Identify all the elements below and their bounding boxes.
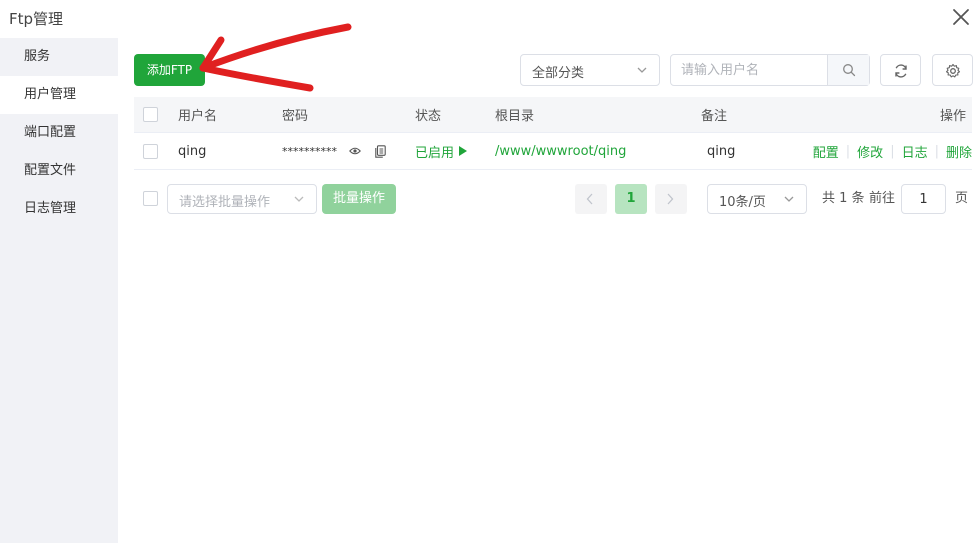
- refresh-button[interactable]: [880, 54, 921, 86]
- row-username: qing: [178, 143, 207, 159]
- copy-icon[interactable]: [375, 144, 386, 158]
- gear-icon: [945, 63, 961, 78]
- config-link[interactable]: 配置: [813, 142, 839, 161]
- sidebar-item-config-file[interactable]: 配置文件: [0, 152, 118, 190]
- divider: |: [890, 143, 895, 159]
- row-note: qing: [707, 143, 736, 159]
- table-footer: 请选择批量操作 批量操作 1 10条/页 共 1 条 前往 页: [134, 184, 972, 214]
- total-count: 共 1 条: [822, 191, 865, 206]
- sidebar: 服务 用户管理 端口配置 配置文件 日志管理: [0, 38, 118, 543]
- prev-page-button[interactable]: [575, 184, 607, 214]
- category-select-value: 全部分类: [532, 66, 585, 81]
- goto-suffix: 页: [955, 191, 969, 206]
- batch-operation-select[interactable]: 请选择批量操作: [167, 184, 317, 214]
- chevron-down-icon: [784, 196, 794, 202]
- chevron-down-icon: [294, 196, 304, 202]
- header-note: 备注: [701, 109, 728, 124]
- modify-link[interactable]: 修改: [857, 142, 883, 161]
- sidebar-item-port-config[interactable]: 端口配置: [0, 114, 118, 152]
- divider: |: [845, 143, 851, 159]
- row-checkbox[interactable]: [143, 143, 158, 159]
- batch-operation-button[interactable]: 批量操作: [322, 184, 396, 214]
- search-box: [670, 54, 870, 86]
- ftp-user-table: 用户名 密码 状态 根目录 备注 操作 qing ********** 已启用 …: [134, 97, 972, 170]
- add-ftp-button[interactable]: 添加FTP: [134, 54, 205, 86]
- next-page-button[interactable]: [655, 184, 687, 214]
- log-link[interactable]: 日志: [902, 142, 928, 161]
- table-row: qing ********** 已启用 /www/wwwroot/qing qi…: [134, 133, 972, 170]
- row-password: **********: [282, 144, 337, 158]
- header-root-dir: 根目录: [495, 109, 535, 124]
- row-root-dir[interactable]: /www/wwwroot/qing: [495, 133, 626, 169]
- table-header: 用户名 密码 状态 根目录 备注 操作: [134, 97, 972, 133]
- goto-page-input[interactable]: [901, 184, 946, 214]
- category-select[interactable]: 全部分类: [520, 54, 660, 86]
- row-status: 已启用: [415, 145, 455, 161]
- play-icon: [459, 146, 468, 156]
- batch-operation-placeholder: 请选择批量操作: [179, 195, 271, 210]
- main-panel: 添加FTP 全部分类 用户名 密码 状态 根目录 备注 操作 qing *: [118, 38, 980, 543]
- page-number-current[interactable]: 1: [615, 184, 647, 214]
- sidebar-item-user-management[interactable]: 用户管理: [0, 76, 118, 114]
- divider: |: [934, 143, 939, 159]
- footer-select-all-checkbox[interactable]: [143, 191, 158, 206]
- page-size-select[interactable]: 10条/页: [707, 184, 807, 214]
- sidebar-item-service[interactable]: 服务: [0, 38, 118, 76]
- close-icon[interactable]: [951, 7, 971, 27]
- chevron-right-icon: [667, 193, 674, 205]
- chevron-down-icon: [637, 67, 647, 73]
- title-bar: Ftp管理: [0, 0, 980, 38]
- header-password: 密码: [282, 109, 309, 124]
- search-icon: [843, 64, 856, 77]
- page-size-value: 10条/页: [719, 195, 766, 210]
- select-all-checkbox[interactable]: [143, 107, 158, 122]
- search-input[interactable]: [671, 55, 829, 85]
- header-status: 状态: [415, 109, 442, 124]
- refresh-icon: [895, 64, 907, 78]
- goto-label: 前往: [869, 191, 896, 206]
- sidebar-item-log-management[interactable]: 日志管理: [0, 190, 118, 228]
- delete-link[interactable]: 删除: [946, 142, 972, 161]
- search-button[interactable]: [827, 55, 869, 85]
- eye-icon[interactable]: [349, 146, 361, 156]
- window-title: Ftp管理: [9, 10, 64, 28]
- chevron-left-icon: [586, 193, 593, 205]
- row-status-toggle[interactable]: 已启用: [415, 133, 468, 169]
- header-operations: 操作: [939, 109, 966, 124]
- settings-button[interactable]: [932, 54, 973, 86]
- header-username: 用户名: [178, 109, 218, 124]
- row-operations: 配置 | 修改 | 日志 | 删除: [813, 133, 972, 169]
